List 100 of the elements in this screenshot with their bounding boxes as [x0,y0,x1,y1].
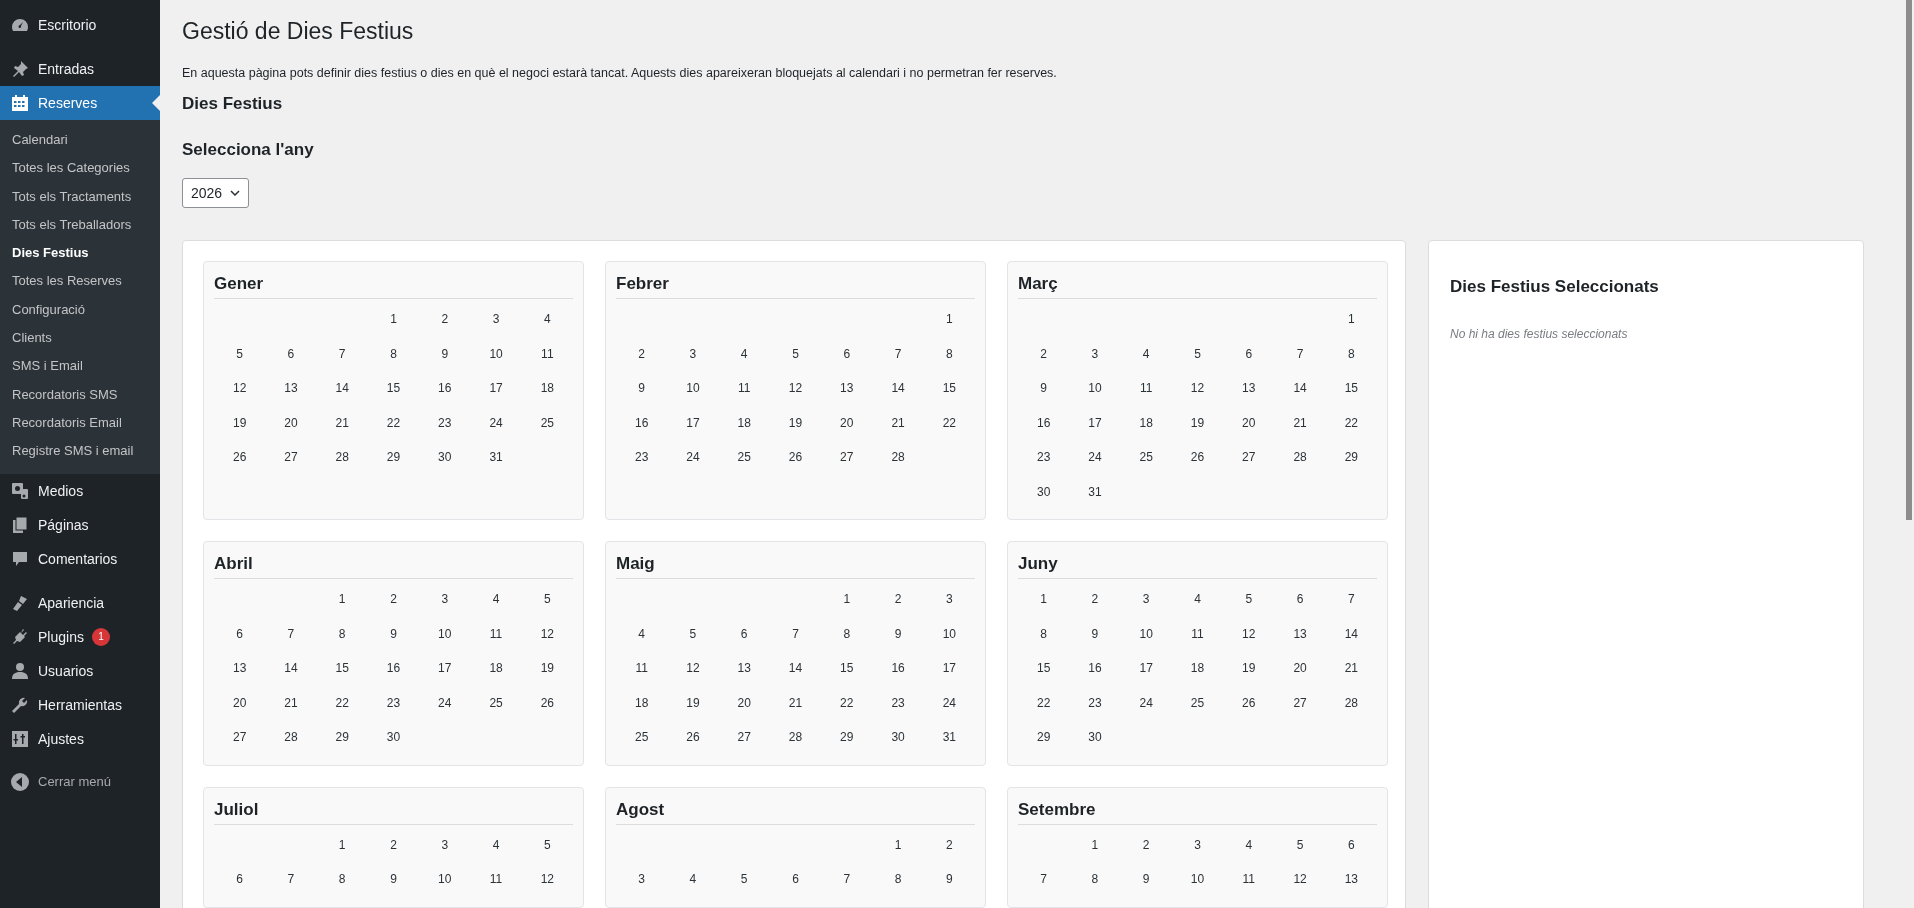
calendar-day[interactable]: 2 [384,582,403,617]
submenu-item[interactable]: Registre SMS i email [0,437,160,466]
calendar-day[interactable]: 27 [1287,685,1313,720]
calendar-day[interactable]: 18 [1184,651,1211,686]
calendar-day[interactable]: 27 [731,720,757,755]
sidebar-menu-item[interactable]: Herramientas [0,687,160,722]
calendar-day[interactable]: 6 [734,616,754,651]
calendar-day[interactable]: 14 [278,651,304,686]
calendar-day[interactable]: 25 [628,720,655,755]
calendar-day[interactable]: 7 [281,862,301,897]
calendar-day[interactable]: 8 [888,862,908,897]
calendar-day[interactable]: 24 [1082,440,1108,475]
submenu-item[interactable]: Recordatoris Email [0,408,160,438]
calendar-day[interactable]: 3 [940,582,959,617]
calendar-day[interactable]: 10 [1184,862,1211,897]
calendar-day[interactable]: 4 [683,862,703,897]
calendar-day[interactable]: 15 [380,371,407,406]
calendar-day[interactable]: 12 [534,616,560,651]
calendar-day[interactable]: 25 [1184,685,1211,720]
calendar-day[interactable]: 18 [628,685,655,720]
calendar-day[interactable]: 19 [1236,651,1262,686]
calendar-day[interactable]: 16 [885,651,911,686]
sidebar-menu-item[interactable]: Medios [0,473,160,508]
calendar-day[interactable]: 2 [1136,827,1156,862]
calendar-day[interactable]: 27 [278,440,304,475]
calendar-day[interactable]: 3 [1136,582,1156,617]
calendar-day[interactable]: 16 [1030,405,1057,440]
calendar-day[interactable]: 4 [1188,582,1207,617]
calendar-day[interactable]: 14 [885,371,911,406]
calendar-day[interactable]: 26 [680,720,706,755]
calendar-day[interactable]: 3 [486,302,506,337]
calendar-day[interactable]: 29 [834,720,860,755]
sidebar-menu-item[interactable]: Apariencia [0,585,160,620]
calendar-day[interactable]: 13 [834,371,860,406]
calendar-day[interactable]: 8 [384,336,403,371]
calendar-day[interactable]: 1 [1034,582,1053,617]
sidebar-menu-item[interactable]: Escritorio [0,8,160,42]
calendar-day[interactable]: 10 [1082,371,1108,406]
calendar-day[interactable]: 8 [1085,862,1105,897]
calendar-day[interactable]: 2 [632,336,651,371]
calendar-day[interactable]: 11 [535,336,560,371]
calendar-day[interactable]: 28 [782,720,809,755]
calendar-day[interactable]: 6 [230,616,249,651]
calendar-day[interactable]: 4 [486,827,506,862]
calendar-day[interactable]: 3 [435,582,455,617]
calendar-day[interactable]: 2 [384,827,403,862]
calendar-day[interactable]: 9 [888,616,908,651]
calendar-day[interactable]: 17 [432,651,458,686]
calendar-day[interactable]: 4 [1239,827,1259,862]
calendar-day[interactable]: 12 [534,862,560,897]
calendar-day[interactable]: 1 [332,827,352,862]
calendar-day[interactable]: 23 [1030,440,1057,475]
calendar-day[interactable]: 14 [1338,616,1364,651]
calendar-day[interactable]: 7 [332,336,352,371]
calendar-day[interactable]: 20 [731,685,757,720]
calendar-day[interactable]: 19 [1184,405,1211,440]
calendar-day[interactable]: 12 [782,371,809,406]
calendar-day[interactable]: 29 [329,720,355,755]
calendar-day[interactable]: 12 [680,651,706,686]
calendar-day[interactable]: 20 [278,405,304,440]
calendar-day[interactable]: 7 [1034,862,1053,897]
calendar-day[interactable]: 21 [329,405,355,440]
calendar-day[interactable]: 11 [1236,862,1261,897]
calendar-day[interactable]: 20 [1236,405,1262,440]
calendar-day[interactable]: 28 [278,720,304,755]
calendar-day[interactable]: 2 [435,302,455,337]
calendar-day[interactable]: 14 [329,371,355,406]
calendar-day[interactable]: 22 [380,405,407,440]
calendar-day[interactable]: 19 [534,651,560,686]
sidebar-menu-item[interactable]: Páginas [0,507,160,542]
submenu-item[interactable]: Calendari [0,126,160,155]
calendar-day[interactable]: 30 [1030,474,1057,509]
calendar-day[interactable]: 12 [1236,616,1262,651]
calendar-day[interactable]: 8 [1034,616,1053,651]
calendar-day[interactable]: 25 [534,405,560,440]
calendar-day[interactable]: 2 [1085,582,1105,617]
calendar-day[interactable]: 13 [278,371,304,406]
calendar-day[interactable]: 15 [834,651,860,686]
calendar-day[interactable]: 25 [1133,440,1159,475]
submenu-item[interactable]: Configuració [0,295,160,325]
calendar-day[interactable]: 10 [432,616,458,651]
calendar-day[interactable]: 12 [1287,862,1313,897]
submenu-item[interactable]: Tots els Treballadors [0,210,160,240]
calendar-day[interactable]: 28 [1338,685,1364,720]
calendar-day[interactable]: 26 [1236,685,1262,720]
calendar-day[interactable]: 30 [380,720,407,755]
calendar-day[interactable]: 20 [226,685,253,720]
calendar-day[interactable]: 7 [837,862,857,897]
calendar-day[interactable]: 13 [1287,616,1313,651]
calendar-day[interactable]: 21 [782,685,809,720]
calendar-day[interactable]: 31 [936,720,962,755]
calendar-day[interactable]: 1 [1085,827,1105,862]
calendar-day[interactable]: 3 [435,827,455,862]
calendar-day[interactable]: 8 [1342,336,1361,371]
calendar-day[interactable]: 6 [786,862,805,897]
calendar-day[interactable]: 20 [1287,651,1313,686]
calendar-day[interactable]: 15 [936,371,962,406]
calendar-day[interactable]: 1 [837,582,857,617]
calendar-day[interactable]: 25 [731,440,757,475]
calendar-day[interactable]: 30 [432,440,458,475]
